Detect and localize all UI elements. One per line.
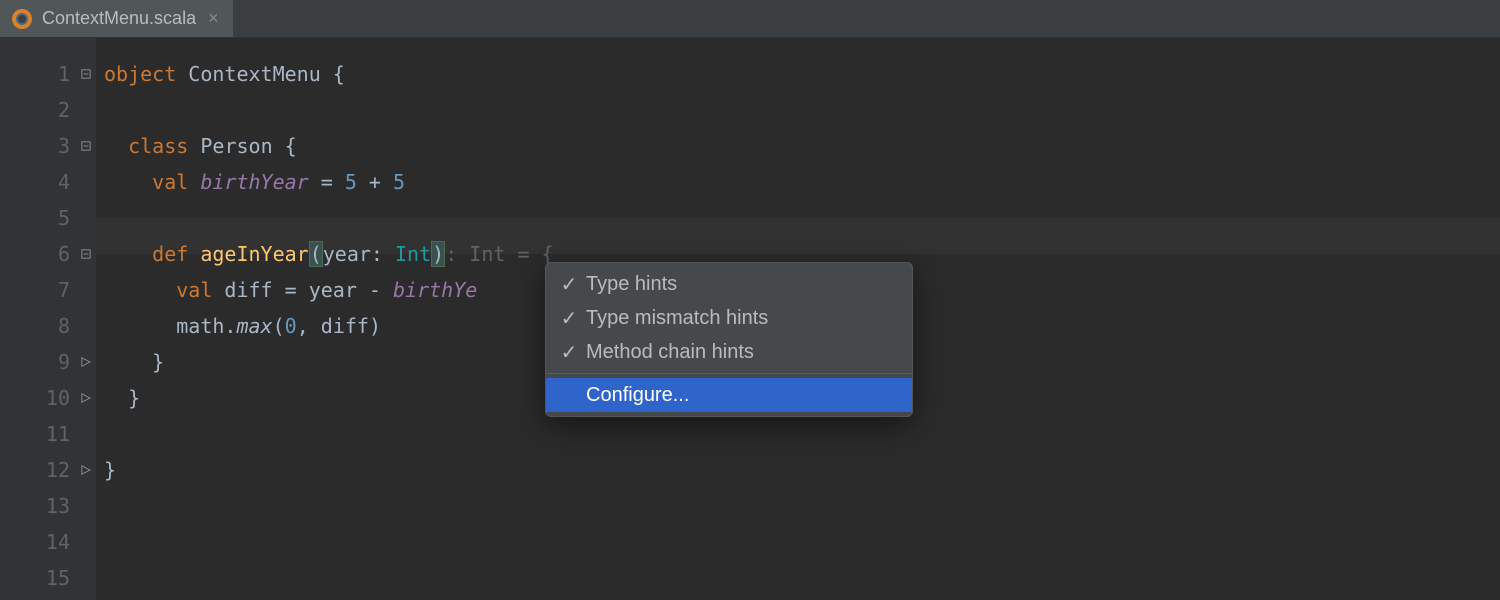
gutter: 1 2 3 4 5 6 7 8 9 10 11 12 13 14 15: [0, 38, 96, 600]
fold-minus-icon[interactable]: [80, 68, 92, 80]
line-number: 1: [0, 56, 96, 92]
code-line: [104, 560, 1500, 596]
code-line: val birthYear = 5 + 5: [104, 164, 1500, 200]
line-number: 14: [0, 524, 96, 560]
line-number: 4: [0, 164, 96, 200]
tab-filename: ContextMenu.scala: [42, 8, 196, 29]
code-line: }: [104, 452, 1500, 488]
code-line: [104, 488, 1500, 524]
line-number: 8: [0, 308, 96, 344]
line-number: 15: [0, 560, 96, 596]
tab-bar: ContextMenu.scala ×: [0, 0, 1500, 38]
line-number: 3: [0, 128, 96, 164]
line-number: 12: [0, 452, 96, 488]
menu-label: Type mismatch hints: [586, 307, 768, 330]
fold-end-icon[interactable]: [80, 356, 92, 368]
code-line: object ContextMenu {: [104, 56, 1500, 92]
line-number: 11: [0, 416, 96, 452]
menu-label: Method chain hints: [586, 341, 754, 364]
line-number: 2: [0, 92, 96, 128]
code-line: [104, 416, 1500, 452]
menu-item-type-hints[interactable]: ✓ Type hints: [546, 267, 912, 301]
fold-minus-icon[interactable]: [80, 140, 92, 152]
line-number: 9: [0, 344, 96, 380]
check-icon: ✓: [560, 272, 578, 297]
close-icon[interactable]: ×: [206, 6, 221, 31]
menu-item-method-chain-hints[interactable]: ✓ Method chain hints: [546, 335, 912, 369]
line-number: 10: [0, 380, 96, 416]
file-tab[interactable]: ContextMenu.scala ×: [0, 0, 233, 37]
line-number: 5: [0, 200, 96, 236]
menu-item-configure[interactable]: Configure...: [546, 378, 912, 412]
fold-end-icon[interactable]: [80, 392, 92, 404]
menu-separator: [546, 373, 912, 374]
code-line: class Person {: [104, 128, 1500, 164]
context-menu: ✓ Type hints ✓ Type mismatch hints ✓ Met…: [545, 262, 913, 417]
scala-file-icon: [12, 9, 32, 29]
check-icon: ✓: [560, 340, 578, 365]
line-number: 13: [0, 488, 96, 524]
line-number: 6: [0, 236, 96, 272]
fold-minus-icon[interactable]: [80, 248, 92, 260]
code-line: [104, 200, 1500, 236]
check-icon: ✓: [560, 306, 578, 331]
fold-end-icon[interactable]: [80, 464, 92, 476]
code-line: [104, 524, 1500, 560]
menu-label: Type hints: [586, 273, 677, 296]
menu-label: Configure...: [560, 384, 689, 407]
line-number: 7: [0, 272, 96, 308]
code-line: [104, 92, 1500, 128]
menu-item-type-mismatch-hints[interactable]: ✓ Type mismatch hints: [546, 301, 912, 335]
